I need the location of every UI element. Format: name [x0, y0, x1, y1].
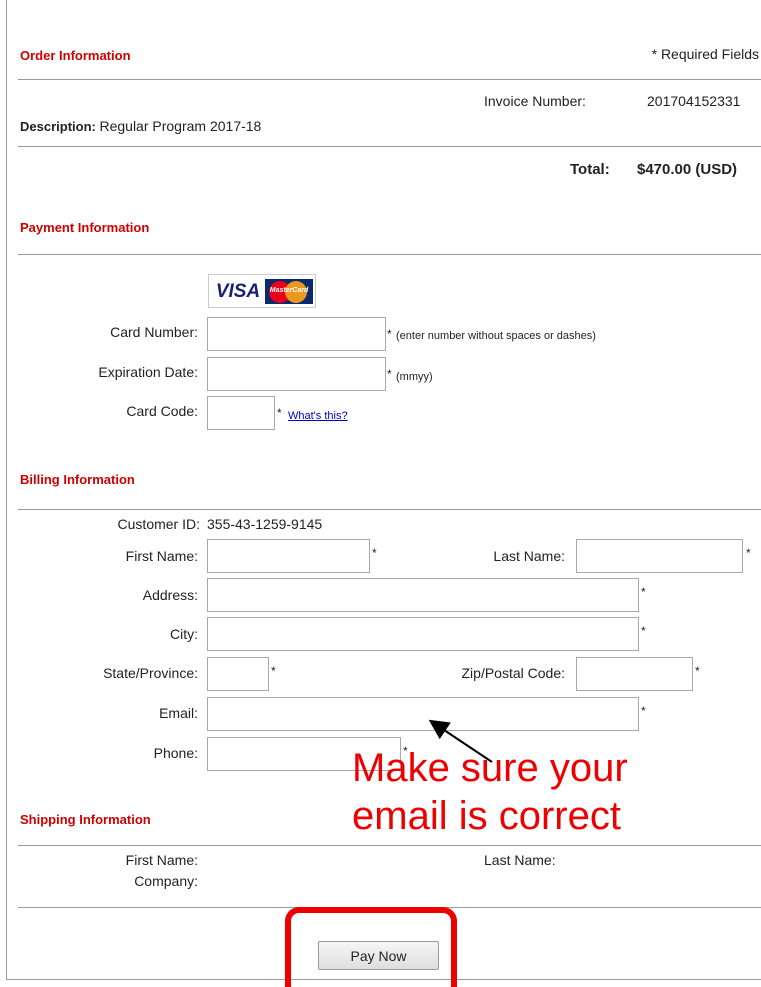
shipping-last-name-label: Last Name:: [484, 852, 556, 868]
email-label: Email:: [159, 705, 198, 721]
card-code-label: Card Code:: [126, 403, 198, 419]
card-number-hint: (enter number without spaces or dashes): [396, 330, 596, 342]
card-number-label: Card Number:: [110, 324, 198, 340]
billing-information-heading: Billing Information: [20, 472, 135, 487]
address-input[interactable]: [207, 578, 639, 612]
required-asterisk: *: [641, 704, 646, 718]
billing-last-name-input[interactable]: [576, 539, 743, 573]
state-province-input[interactable]: [207, 657, 269, 691]
card-number-input[interactable]: [207, 317, 386, 351]
mastercard-logo: MasterCard: [265, 279, 313, 304]
shipping-first-name-label: First Name:: [125, 852, 198, 868]
divider: [18, 254, 761, 255]
accepted-cards-logo: VISA MasterCard: [208, 274, 316, 308]
divider: [18, 146, 761, 147]
divider: [18, 845, 761, 846]
required-asterisk: *: [271, 664, 276, 678]
total-value: $470.00 (USD): [637, 161, 738, 178]
order-information-heading: Order Information: [20, 48, 131, 63]
required-asterisk: *: [746, 546, 751, 560]
required-asterisk: *: [387, 327, 392, 341]
divider: [18, 509, 761, 510]
required-asterisk: *: [372, 546, 377, 560]
invoice-number-label: Invoice Number:: [484, 93, 586, 109]
phone-label: Phone:: [153, 745, 198, 761]
pay-button-highlight-box: [285, 907, 457, 987]
billing-first-name-label: First Name:: [125, 548, 198, 564]
state-province-label: State/Province:: [103, 665, 198, 681]
description-row: Description: Regular Program 2017-18: [20, 118, 261, 134]
expiration-date-hint: (mmyy): [396, 371, 433, 383]
email-annotation-text: Make sure your email is correct: [352, 744, 692, 840]
visa-logo: VISA: [212, 280, 264, 303]
required-asterisk: *: [277, 406, 282, 420]
required-asterisk: *: [695, 664, 700, 678]
required-asterisk: *: [641, 624, 646, 638]
address-label: Address:: [142, 587, 198, 603]
divider: [18, 79, 761, 80]
customer-id-label: Customer ID:: [117, 516, 200, 532]
billing-first-name-input[interactable]: [207, 539, 370, 573]
expiration-date-input[interactable]: [207, 357, 386, 391]
expiration-date-label: Expiration Date:: [98, 364, 198, 380]
payment-information-heading: Payment Information: [20, 220, 150, 235]
card-code-input[interactable]: [207, 396, 275, 430]
zip-postal-code-label: Zip/Postal Code:: [461, 665, 566, 681]
zip-postal-code-input[interactable]: [576, 657, 693, 691]
email-annotation-line-2: email is correct: [352, 794, 621, 838]
description-value: Regular Program 2017-18: [99, 118, 262, 134]
page-frame-left-border: [6, 0, 7, 980]
required-asterisk: *: [641, 585, 646, 599]
total-label: Total:: [570, 161, 610, 178]
customer-id-value: 355-43-1259-9145: [207, 516, 323, 532]
billing-last-name-label: Last Name:: [493, 548, 565, 564]
required-fields-note: * Required Fields: [651, 46, 759, 62]
email-annotation-line-1: Make sure your: [352, 746, 628, 790]
description-label: Description:: [20, 119, 96, 134]
city-label: City:: [170, 626, 198, 642]
required-asterisk: *: [387, 367, 392, 381]
invoice-number-value: 201704152331: [647, 93, 741, 109]
whats-this-link[interactable]: What's this?: [288, 410, 348, 422]
city-input[interactable]: [207, 617, 639, 651]
shipping-information-heading: Shipping Information: [20, 812, 151, 827]
shipping-company-label: Company:: [134, 873, 198, 889]
